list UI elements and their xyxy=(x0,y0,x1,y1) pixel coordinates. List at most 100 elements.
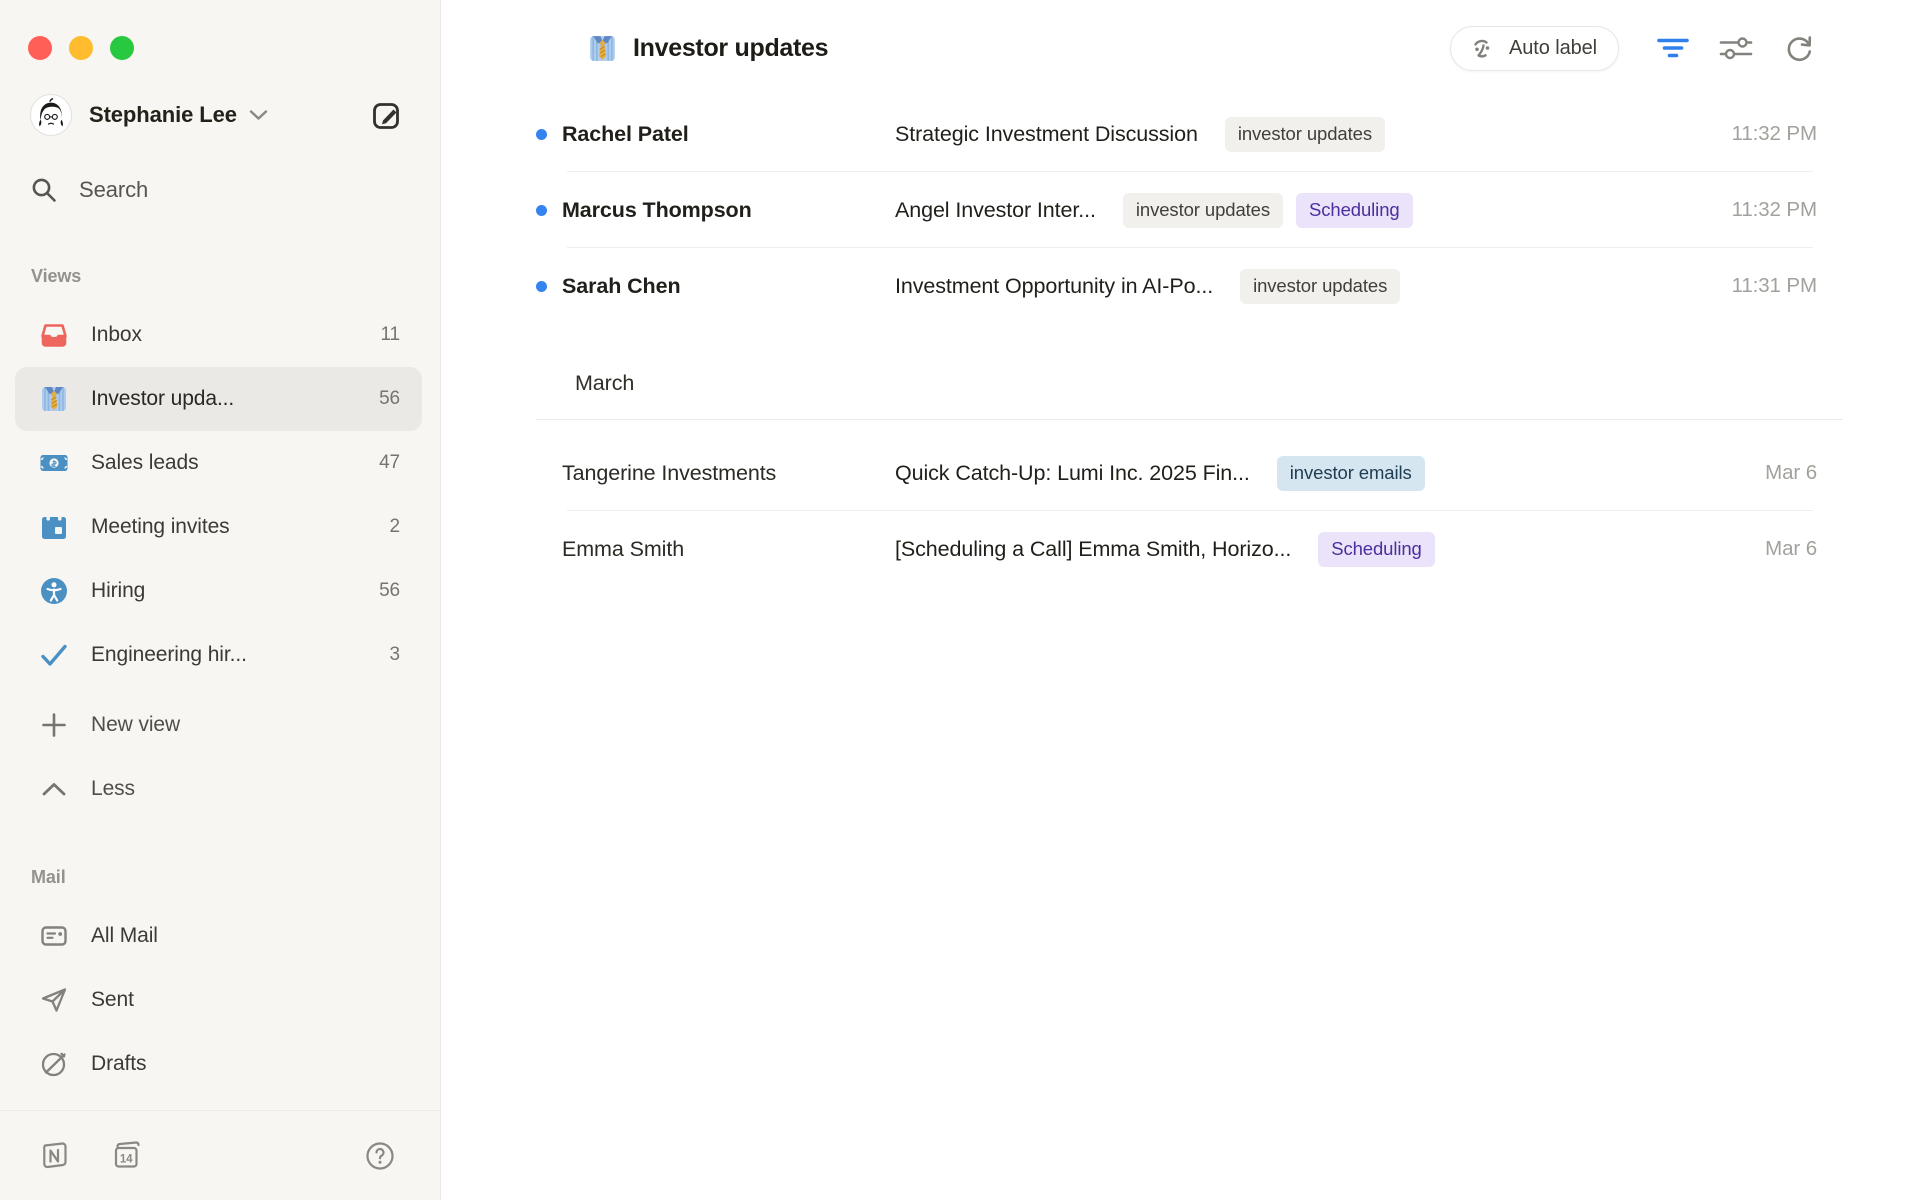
sidebar-item-all-mail[interactable]: All Mail xyxy=(15,904,422,968)
sidebar-item-hiring[interactable]: Hiring 56 xyxy=(15,559,422,623)
compose-icon[interactable] xyxy=(370,98,404,132)
tag-scheduling[interactable]: Scheduling xyxy=(1296,193,1413,228)
email-subject: Angel Investor Inter... xyxy=(895,198,1096,223)
calendar-day-number: 14 xyxy=(120,1153,133,1165)
email-row[interactable]: Sarah Chen Investment Opportunity in AI-… xyxy=(441,248,1920,324)
email-subject: Investment Opportunity in AI-Po... xyxy=(895,274,1213,299)
minimize-window-button[interactable] xyxy=(69,36,93,60)
view-title: Investor updates xyxy=(587,33,828,64)
sidebar-item-drafts[interactable]: Drafts xyxy=(15,1032,422,1096)
checkmark-icon xyxy=(39,640,69,670)
inbox-tray-icon xyxy=(39,320,69,350)
section-divider xyxy=(536,419,1843,420)
email-sender: Marcus Thompson xyxy=(562,198,895,223)
unread-count: 3 xyxy=(390,644,400,666)
email-list: Rachel Patel Strategic Investment Discus… xyxy=(441,96,1920,587)
notion-icon[interactable] xyxy=(38,1139,72,1173)
plus-icon xyxy=(39,710,69,740)
header-controls: Auto label xyxy=(1450,26,1817,71)
unread-dot xyxy=(536,281,547,292)
email-time: 11:31 PM xyxy=(1732,274,1817,298)
email-date: Mar 6 xyxy=(1765,461,1817,485)
email-sender: Rachel Patel xyxy=(562,122,895,147)
month-section-header: March xyxy=(575,371,1817,396)
mail-section-header: Mail xyxy=(0,867,440,888)
unread-dot xyxy=(536,129,547,140)
chevron-down-icon xyxy=(249,109,268,121)
necktie-icon xyxy=(39,384,69,414)
close-window-button[interactable] xyxy=(28,36,52,60)
window-controls xyxy=(0,0,440,60)
main-content: Investor updates Auto label xyxy=(441,0,1920,1200)
email-date: Mar 6 xyxy=(1765,537,1817,561)
sidebar: Stephanie Lee Search Views xyxy=(0,0,441,1200)
avatar xyxy=(30,94,72,136)
sidebar-item-investor-updates[interactable]: Investor upda... 56 xyxy=(15,367,422,431)
tag-investor-updates[interactable]: investor updates xyxy=(1225,117,1385,152)
calendar-14-icon[interactable]: 14 xyxy=(108,1138,144,1174)
necktie-icon xyxy=(587,33,618,64)
sidebar-item-sales-leads[interactable]: Sales leads 47 xyxy=(15,431,422,495)
new-view-button[interactable]: New view xyxy=(15,693,422,757)
tag-investor-emails[interactable]: investor emails xyxy=(1277,456,1425,491)
views-section-header: Views xyxy=(0,266,440,287)
email-subject: Strategic Investment Discussion xyxy=(895,122,1198,147)
month-section-rows: Tangerine Investments Quick Catch-Up: Lu… xyxy=(441,435,1920,587)
views-list: Inbox 11 Investor upda... 56 xyxy=(0,303,440,821)
email-tags: investor updates Scheduling xyxy=(1123,193,1413,228)
sidebar-item-sent[interactable]: Sent xyxy=(15,968,422,1032)
tag-investor-updates[interactable]: investor updates xyxy=(1240,269,1400,304)
refresh-icon[interactable] xyxy=(1781,30,1817,66)
unread-count: 11 xyxy=(380,324,400,346)
tag-scheduling[interactable]: Scheduling xyxy=(1318,532,1435,567)
unread-count: 47 xyxy=(379,452,400,474)
tag-investor-updates[interactable]: investor updates xyxy=(1123,193,1283,228)
sidebar-item-engineering-hiring[interactable]: Engineering hir... 3 xyxy=(15,623,422,687)
email-tags: investor emails xyxy=(1277,456,1425,491)
email-row[interactable]: Tangerine Investments Quick Catch-Up: Lu… xyxy=(441,435,1920,511)
email-row[interactable]: Marcus Thompson Angel Investor Inter... … xyxy=(441,172,1920,248)
sidebar-item-meeting-invites[interactable]: Meeting invites 2 xyxy=(15,495,422,559)
email-row[interactable]: Emma Smith [Scheduling a Call] Emma Smit… xyxy=(441,511,1920,587)
unread-count: 56 xyxy=(379,580,400,602)
account-switcher[interactable]: Stephanie Lee xyxy=(0,90,440,140)
email-sender: Sarah Chen xyxy=(562,274,895,299)
calendar-icon xyxy=(39,512,69,542)
unread-count: 2 xyxy=(390,516,400,538)
email-time: 11:32 PM xyxy=(1732,122,1817,146)
email-time: 11:32 PM xyxy=(1732,198,1817,222)
sliders-icon[interactable] xyxy=(1718,30,1754,66)
unread-count: 56 xyxy=(379,388,400,410)
unread-dot xyxy=(536,205,547,216)
sent-icon xyxy=(39,985,69,1015)
money-icon xyxy=(39,448,69,478)
email-tags: Scheduling xyxy=(1318,532,1435,567)
search-button[interactable]: Search xyxy=(0,166,440,214)
chevron-up-icon xyxy=(39,774,69,804)
zoom-window-button[interactable] xyxy=(110,36,134,60)
email-sender: Tangerine Investments xyxy=(562,461,895,486)
filter-icon[interactable] xyxy=(1655,30,1691,66)
help-icon[interactable] xyxy=(364,1140,396,1172)
email-subject: [Scheduling a Call] Emma Smith, Horizo..… xyxy=(895,537,1291,562)
sidebar-item-inbox[interactable]: Inbox 11 xyxy=(15,303,422,367)
account-name: Stephanie Lee xyxy=(89,102,237,128)
search-label: Search xyxy=(79,177,148,203)
email-tags: investor updates xyxy=(1240,269,1400,304)
email-row[interactable]: Rachel Patel Strategic Investment Discus… xyxy=(441,96,1920,172)
sidebar-footer: 14 xyxy=(0,1110,440,1200)
ai-face-icon xyxy=(1467,33,1498,64)
all-mail-icon xyxy=(39,921,69,951)
drafts-icon xyxy=(39,1049,69,1079)
less-button[interactable]: Less xyxy=(15,757,422,821)
search-icon xyxy=(30,176,58,204)
person-circle-icon xyxy=(39,576,69,606)
email-sender: Emma Smith xyxy=(562,537,895,562)
page-title: Investor updates xyxy=(633,34,828,63)
auto-label-text: Auto label xyxy=(1509,37,1597,60)
view-header: Investor updates Auto label xyxy=(441,0,1920,96)
email-subject: Quick Catch-Up: Lumi Inc. 2025 Fin... xyxy=(895,461,1250,486)
mail-list: All Mail Sent Drafts xyxy=(0,904,440,1096)
auto-label-button[interactable]: Auto label xyxy=(1450,26,1619,71)
email-tags: investor updates xyxy=(1225,117,1385,152)
